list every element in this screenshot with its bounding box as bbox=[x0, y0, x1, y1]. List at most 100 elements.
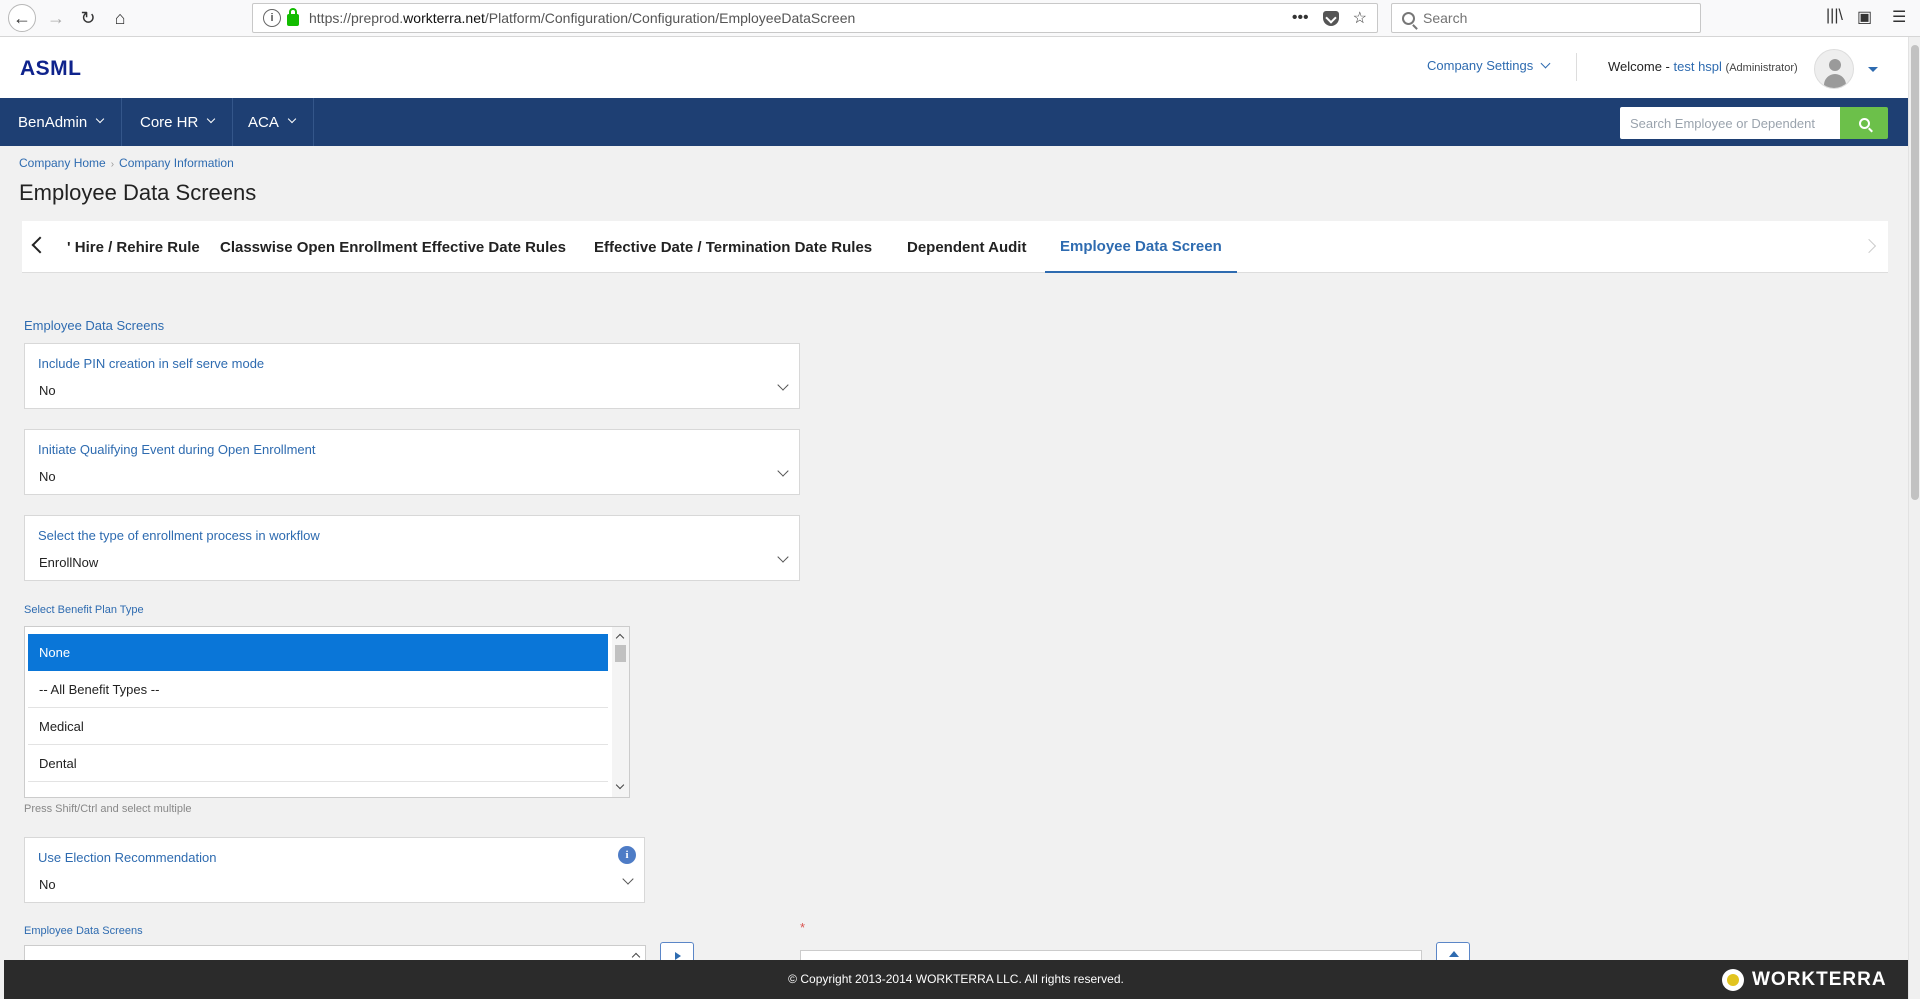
bookmark-star-icon[interactable]: ☆ bbox=[1353, 8, 1367, 28]
app-header: ASML Company Settings Welcome - test hsp… bbox=[0, 37, 1908, 98]
nav-item-benadmin[interactable]: BenAdmin bbox=[0, 98, 123, 146]
benefit-plan-type-label: Select Benefit Plan Type bbox=[24, 604, 144, 616]
required-marker: * bbox=[800, 920, 806, 935]
user-role: (Administrator) bbox=[1725, 62, 1798, 74]
page-scrollbar[interactable] bbox=[1908, 37, 1920, 999]
move-up-button[interactable] bbox=[1436, 942, 1470, 960]
copyright-text: © Copyright 2013-2014 WORKTERRA LLC. All… bbox=[788, 972, 1124, 986]
tab-dependent-audit[interactable]: Dependent Audit bbox=[892, 221, 1041, 273]
chevron-left-icon[interactable] bbox=[31, 236, 49, 254]
chevron-down-icon bbox=[207, 114, 216, 124]
scroll-thumb[interactable] bbox=[615, 645, 626, 662]
forward-arrow-icon[interactable]: → bbox=[42, 4, 70, 32]
welcome-text: Welcome - test hspl (Administrator) bbox=[1608, 59, 1798, 74]
sidebar-icon[interactable]: ▣ bbox=[1857, 7, 1872, 27]
url-prefix: https://preprod. bbox=[309, 10, 404, 26]
page-title: Employee Data Screens bbox=[19, 180, 257, 205]
chevron-down-icon bbox=[777, 551, 789, 563]
url-path: /Platform/Configuration/Configuration/Em… bbox=[484, 10, 856, 26]
field-value: EnrollNow bbox=[39, 555, 99, 570]
breadcrumb-company-home[interactable]: Company Home bbox=[19, 156, 106, 170]
chevron-down-icon bbox=[622, 873, 634, 885]
back-arrow-icon[interactable]: ← bbox=[8, 4, 36, 32]
chevron-right-icon[interactable] bbox=[1861, 238, 1877, 254]
search-icon bbox=[1402, 11, 1415, 25]
main-nav: BenAdmin Core HR ACA bbox=[0, 98, 1908, 146]
search-icon bbox=[1858, 117, 1870, 129]
pocket-icon[interactable] bbox=[1322, 10, 1339, 26]
chevron-down-icon bbox=[777, 465, 789, 477]
breadcrumb-separator-icon: › bbox=[110, 159, 115, 170]
hamburger-menu-icon[interactable]: ☰ bbox=[1892, 7, 1906, 27]
scroll-up-icon[interactable] bbox=[615, 633, 625, 643]
tab-hire-rehire-rule[interactable]: ' Hire / Rehire Rule bbox=[52, 221, 215, 273]
browser-search-field[interactable]: Search bbox=[1391, 3, 1701, 33]
company-logo[interactable]: ASML bbox=[20, 57, 82, 81]
header-divider bbox=[1576, 53, 1577, 81]
field-value: No bbox=[39, 469, 56, 484]
chevron-down-icon bbox=[287, 114, 297, 124]
url-text[interactable]: https://preprod.workterra.net/Platform/C… bbox=[309, 10, 1292, 26]
chevron-down-icon bbox=[1540, 58, 1551, 69]
field-value: No bbox=[39, 877, 56, 892]
breadcrumb: Company Home › Company Information bbox=[19, 156, 234, 170]
section-label: Employee Data Screens bbox=[24, 318, 165, 333]
page-actions-icon[interactable]: ••• bbox=[1292, 9, 1309, 27]
browser-search-placeholder: Search bbox=[1423, 10, 1468, 26]
tab-classwise-open-enrollment[interactable]: Classwise Open Enrollment Effective Date… bbox=[205, 221, 581, 273]
arrow-right-icon bbox=[675, 952, 681, 960]
page-scroll-thumb[interactable] bbox=[1911, 45, 1919, 500]
move-right-button[interactable] bbox=[660, 942, 694, 960]
breadcrumb-company-information[interactable]: Company Information bbox=[119, 156, 234, 170]
home-icon[interactable]: ⌂ bbox=[106, 4, 134, 32]
company-settings-label: Company Settings bbox=[1427, 58, 1534, 73]
welcome-prefix: Welcome - bbox=[1608, 59, 1674, 74]
field-label: Select the type of enrollment process in… bbox=[38, 528, 320, 543]
site-info-icon[interactable]: i bbox=[263, 9, 281, 27]
employee-search-button[interactable] bbox=[1840, 107, 1888, 139]
workterra-logo-icon bbox=[1722, 969, 1744, 991]
avatar[interactable] bbox=[1814, 49, 1854, 89]
reload-icon[interactable]: ↻ bbox=[74, 4, 102, 32]
list-item[interactable]: -- All Benefit Types -- bbox=[28, 671, 608, 708]
url-domain: workterra.net bbox=[403, 10, 485, 26]
nav-item-core-hr[interactable]: Core HR bbox=[122, 98, 234, 146]
field-label: Use Election Recommendation bbox=[38, 850, 217, 865]
browser-toolbar: ← → ↻ ⌂ i https://preprod.workterra.net/… bbox=[0, 0, 1920, 37]
user-name-link[interactable]: test hspl bbox=[1674, 59, 1722, 74]
tab-bar: ' Hire / Rehire Rule Classwise Open Enro… bbox=[22, 221, 1888, 273]
employee-data-screens-label: Employee Data Screens bbox=[24, 925, 143, 937]
field-label: Initiate Qualifying Event during Open En… bbox=[38, 442, 316, 457]
employee-search-input[interactable] bbox=[1620, 107, 1840, 139]
pin-creation-select[interactable]: Include PIN creation in self serve mode … bbox=[24, 343, 800, 409]
tab-effective-termination-date[interactable]: Effective Date / Termination Date Rules bbox=[579, 221, 887, 273]
arrow-up-icon bbox=[1449, 951, 1459, 957]
lock-icon bbox=[287, 8, 299, 26]
chevron-down-icon bbox=[95, 114, 105, 124]
nav-item-label: Core HR bbox=[140, 113, 199, 131]
enrollment-process-select[interactable]: Select the type of enrollment process in… bbox=[24, 515, 800, 581]
qualifying-event-select[interactable]: Initiate Qualifying Event during Open En… bbox=[24, 429, 800, 495]
benefit-plan-type-listbox[interactable]: None -- All Benefit Types -- Medical Den… bbox=[24, 626, 630, 798]
listbox-scrollbar[interactable] bbox=[612, 627, 629, 797]
field-value: No bbox=[39, 383, 56, 398]
election-recommendation-select[interactable]: Use Election Recommendation No i bbox=[24, 837, 645, 903]
company-settings-menu[interactable]: Company Settings bbox=[1427, 58, 1551, 73]
multi-select-hint: Press Shift/Ctrl and select multiple bbox=[24, 803, 192, 815]
list-item[interactable]: Dental bbox=[28, 745, 608, 782]
list-item[interactable]: None bbox=[28, 634, 608, 671]
info-icon[interactable]: i bbox=[618, 846, 636, 864]
nav-item-label: BenAdmin bbox=[18, 113, 88, 131]
footer-brand: WORKTERRA bbox=[1752, 969, 1887, 990]
footer-logo: WORKTERRA bbox=[1722, 969, 1887, 991]
list-item[interactable]: Medical bbox=[28, 708, 608, 745]
address-bar[interactable]: i https://preprod.workterra.net/Platform… bbox=[252, 3, 1378, 33]
footer: © Copyright 2013-2014 WORKTERRA LLC. All… bbox=[4, 960, 1908, 999]
field-label: Include PIN creation in self serve mode bbox=[38, 356, 265, 371]
nav-item-label: ACA bbox=[248, 113, 279, 131]
caret-down-icon[interactable] bbox=[1868, 67, 1878, 72]
nav-item-aca[interactable]: ACA bbox=[230, 98, 314, 146]
scroll-down-icon[interactable] bbox=[615, 780, 625, 790]
tab-employee-data-screen[interactable]: Employee Data Screen bbox=[1045, 221, 1237, 273]
library-icon[interactable]: |||\ bbox=[1826, 7, 1843, 25]
